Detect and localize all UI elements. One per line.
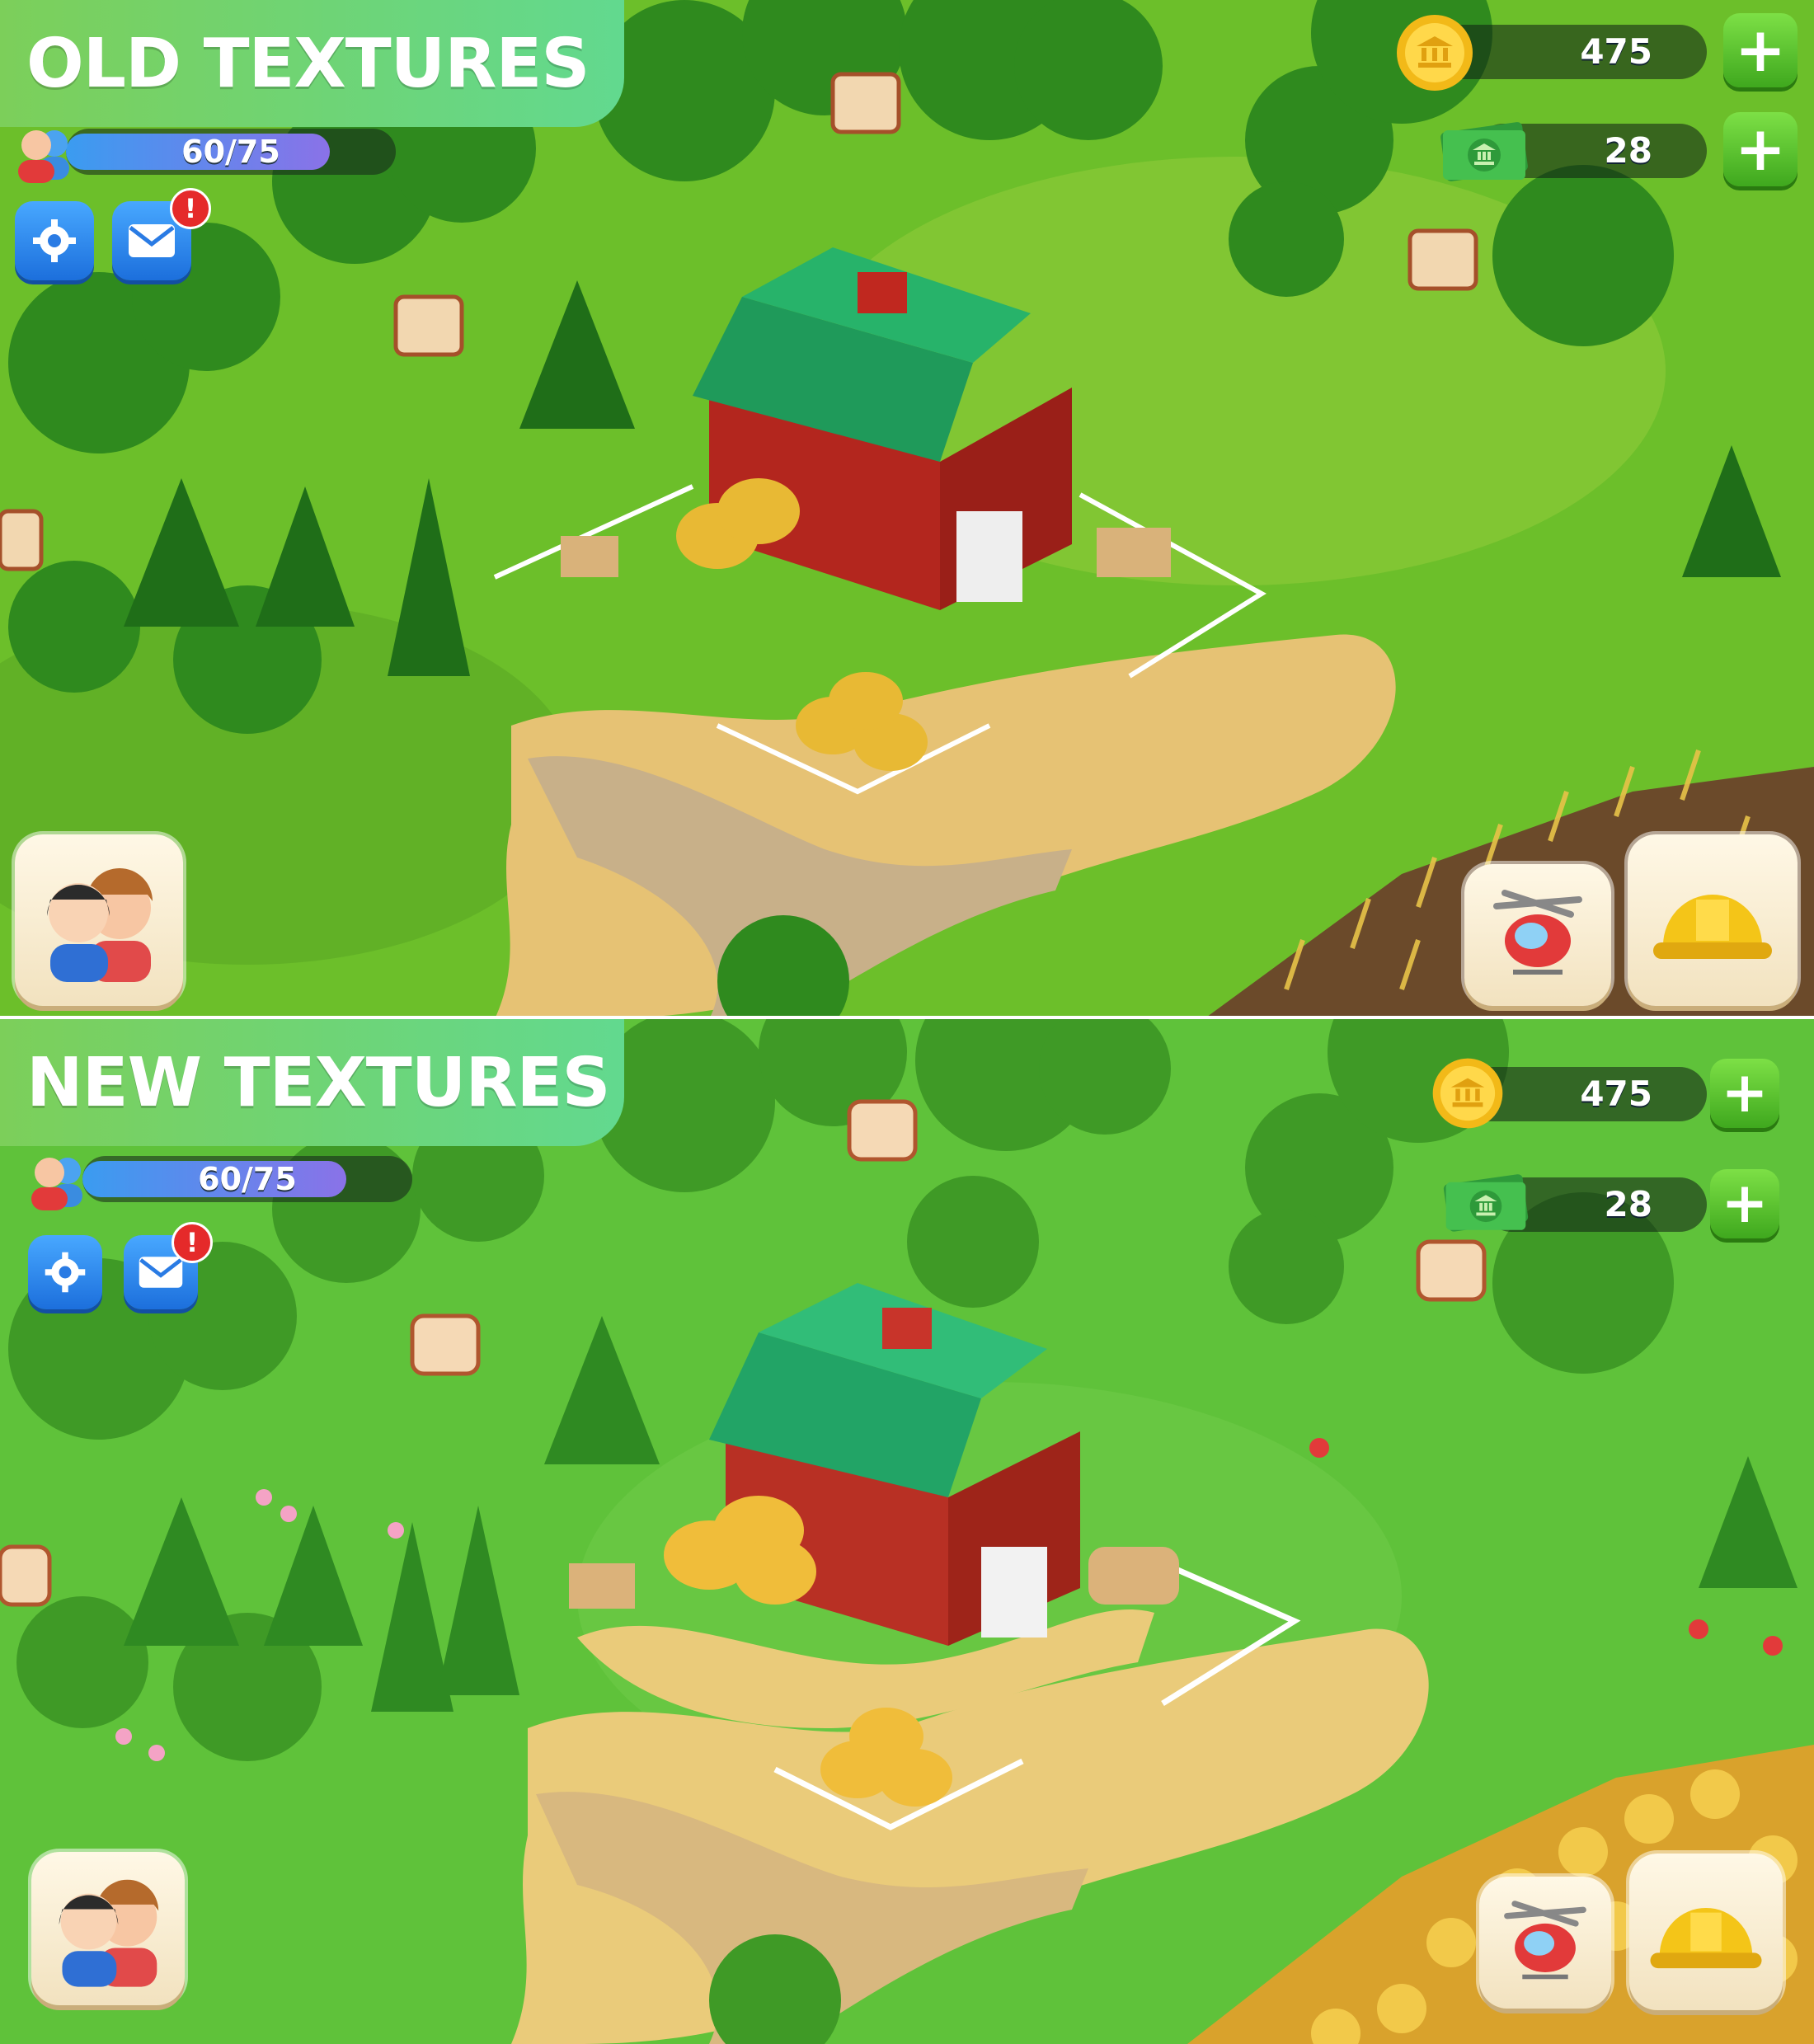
buy-coins-button[interactable]: +	[1723, 13, 1798, 87]
mail-icon	[139, 1257, 183, 1288]
coins-value: 475	[1580, 1074, 1652, 1114]
xp-text: 60/75	[181, 134, 280, 170]
helicopter-button[interactable]	[1464, 864, 1611, 1006]
buy-cash-button[interactable]: +	[1710, 1169, 1779, 1238]
mail-alert-badge: !	[170, 188, 211, 229]
friends-button[interactable]	[15, 834, 183, 1006]
helicopter-button[interactable]	[1479, 1877, 1611, 2009]
friends-button[interactable]	[31, 1852, 185, 2005]
helicopter-icon	[1493, 890, 1582, 975]
gear-icon	[33, 219, 76, 262]
mail-icon	[129, 224, 175, 257]
new-textures-panel: NEW TEXTURES 60/75 ! 475 + 28 +	[0, 1019, 1814, 2044]
coin-icon	[1397, 15, 1473, 91]
friends-avatar-icon	[47, 868, 153, 982]
buy-cash-button[interactable]: +	[1723, 112, 1798, 186]
helicopter-icon	[1504, 1901, 1586, 1980]
buy-coins-button[interactable]: +	[1710, 1059, 1779, 1128]
population-icon	[31, 1158, 82, 1210]
coins-value: 475	[1580, 31, 1652, 72]
old-textures-panel: OLD TEXTURES 60/75 ! 475 + 28 +	[0, 0, 1814, 1019]
gear-icon	[45, 1252, 86, 1293]
hard-hat-icon	[1650, 1907, 1762, 1969]
cash-value: 28	[1604, 1184, 1652, 1224]
cash-value: 28	[1604, 130, 1652, 171]
build-button[interactable]	[1628, 834, 1798, 1006]
new-textures-title: NEW TEXTURES	[26, 1043, 611, 1122]
hard-hat-icon	[1653, 895, 1772, 959]
cash-icon	[1443, 1174, 1529, 1232]
xp-bar[interactable]: 60/75	[66, 129, 396, 175]
xp-text: 60/75	[198, 1161, 297, 1197]
new-textures-label: NEW TEXTURES	[0, 1019, 624, 1146]
xp-bar[interactable]: 60/75	[82, 1156, 412, 1202]
mail-alert-badge: !	[172, 1222, 213, 1263]
build-button[interactable]	[1629, 1854, 1783, 2010]
friends-avatar-icon	[59, 1879, 159, 1987]
old-textures-label: OLD TEXTURES	[0, 0, 624, 127]
coin-icon	[1432, 1058, 1503, 1129]
population-icon	[18, 130, 69, 183]
settings-button[interactable]	[28, 1235, 102, 1309]
settings-button[interactable]	[15, 201, 94, 280]
cash-icon	[1440, 122, 1528, 181]
old-textures-title: OLD TEXTURES	[26, 24, 590, 103]
